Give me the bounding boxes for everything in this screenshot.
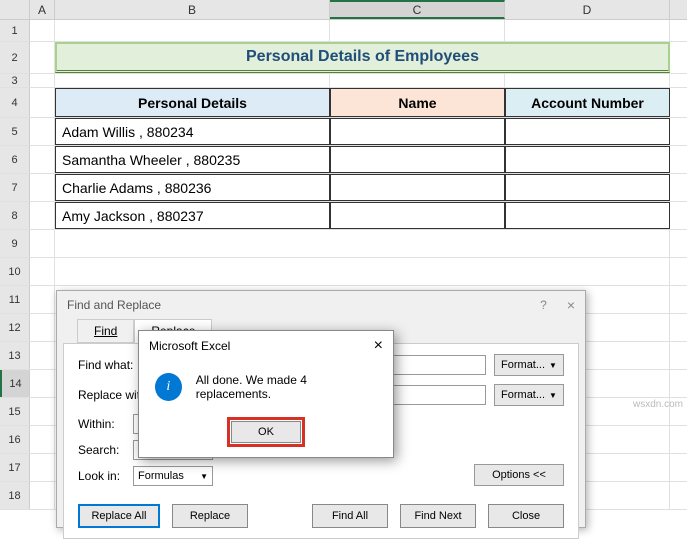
dialog-title: Find and Replace <box>67 298 161 312</box>
header-name[interactable]: Name <box>330 88 505 117</box>
column-headers: A B C D <box>0 0 687 20</box>
cell[interactable] <box>30 482 55 509</box>
cell[interactable] <box>505 74 670 87</box>
watermark: wsxdn.com <box>633 399 683 410</box>
close-icon[interactable]: × <box>374 337 383 355</box>
row-header[interactable]: 13 <box>0 342 30 369</box>
replace-all-button[interactable]: Replace All <box>78 504 160 528</box>
help-icon[interactable]: ? <box>540 298 547 312</box>
cell[interactable] <box>55 74 330 87</box>
row-header[interactable]: 9 <box>0 230 30 257</box>
cell[interactable] <box>30 426 55 453</box>
find-all-button[interactable]: Find All <box>312 504 388 528</box>
row-header[interactable]: 3 <box>0 74 30 87</box>
cell[interactable] <box>30 88 55 117</box>
cell[interactable] <box>30 454 55 481</box>
tab-find[interactable]: Find <box>77 319 134 343</box>
cell[interactable] <box>30 174 55 201</box>
select-all-corner[interactable] <box>0 0 30 19</box>
row-header[interactable]: 8 <box>0 202 30 229</box>
cell[interactable] <box>330 20 505 41</box>
close-icon[interactable]: × <box>567 297 575 313</box>
cell[interactable] <box>30 286 55 313</box>
cell[interactable] <box>55 258 670 285</box>
format-button-find[interactable]: Format...▼ <box>494 354 564 376</box>
row-header[interactable]: 17 <box>0 454 30 481</box>
cell[interactable] <box>30 230 55 257</box>
data-cell[interactable] <box>505 146 670 173</box>
replace-button[interactable]: Replace <box>172 504 248 528</box>
chevron-down-icon: ▼ <box>549 361 557 370</box>
msgbox-text: All done. We made 4 replacements. <box>196 373 377 401</box>
row-header[interactable]: 7 <box>0 174 30 201</box>
cell[interactable] <box>30 342 55 369</box>
chevron-down-icon: ▼ <box>200 472 208 481</box>
data-cell[interactable]: Charlie Adams , 880236 <box>55 174 330 201</box>
cell[interactable] <box>30 398 55 425</box>
cell[interactable] <box>505 20 670 41</box>
col-header-c[interactable]: C <box>330 0 505 19</box>
row-header[interactable]: 12 <box>0 314 30 341</box>
find-next-button[interactable]: Find Next <box>400 504 476 528</box>
row-header[interactable]: 11 <box>0 286 30 313</box>
ok-button[interactable]: OK <box>231 421 301 443</box>
within-label: Within: <box>78 417 133 431</box>
row-header[interactable]: 1 <box>0 20 30 41</box>
cell[interactable] <box>30 370 55 397</box>
cell[interactable] <box>30 74 55 87</box>
row-header[interactable]: 18 <box>0 482 30 509</box>
cell[interactable] <box>30 42 55 73</box>
col-header-d[interactable]: D <box>505 0 670 19</box>
msgbox-title: Microsoft Excel <box>149 339 230 353</box>
cell[interactable] <box>330 74 505 87</box>
cell[interactable] <box>30 202 55 229</box>
cell[interactable] <box>30 258 55 285</box>
data-cell[interactable]: Amy Jackson , 880237 <box>55 202 330 229</box>
header-personal-details[interactable]: Personal Details <box>55 88 330 117</box>
title-cell[interactable]: Personal Details of Employees <box>55 42 670 73</box>
data-cell[interactable]: Adam Willis , 880234 <box>55 118 330 145</box>
cell[interactable] <box>55 230 670 257</box>
data-cell[interactable] <box>330 118 505 145</box>
row-header[interactable]: 15 <box>0 398 30 425</box>
row-header[interactable]: 14 <box>0 370 30 397</box>
msgbox-titlebar[interactable]: Microsoft Excel × <box>139 331 393 361</box>
row-header[interactable]: 16 <box>0 426 30 453</box>
cell[interactable] <box>30 118 55 145</box>
cell[interactable] <box>55 20 330 41</box>
row-header[interactable]: 4 <box>0 88 30 117</box>
cell[interactable] <box>30 146 55 173</box>
data-cell[interactable] <box>505 174 670 201</box>
header-account-number[interactable]: Account Number <box>505 88 670 117</box>
chevron-down-icon: ▼ <box>549 391 557 400</box>
data-cell[interactable]: Samantha Wheeler , 880235 <box>55 146 330 173</box>
search-label: Search: <box>78 443 133 457</box>
col-header-b[interactable]: B <box>55 0 330 19</box>
data-cell[interactable] <box>330 146 505 173</box>
format-button-replace[interactable]: Format...▼ <box>494 384 564 406</box>
dialog-titlebar[interactable]: Find and Replace ? × <box>57 291 585 319</box>
lookin-select[interactable]: Formulas▼ <box>133 466 213 486</box>
data-cell[interactable] <box>330 174 505 201</box>
data-cell[interactable] <box>505 202 670 229</box>
col-header-a[interactable]: A <box>30 0 55 19</box>
row-header[interactable]: 2 <box>0 42 30 73</box>
row-header[interactable]: 5 <box>0 118 30 145</box>
cell[interactable] <box>30 314 55 341</box>
cell[interactable] <box>30 20 55 41</box>
close-button[interactable]: Close <box>488 504 564 528</box>
options-button[interactable]: Options << <box>474 464 564 486</box>
row-header[interactable]: 6 <box>0 146 30 173</box>
message-box: Microsoft Excel × i All done. We made 4 … <box>138 330 394 458</box>
data-cell[interactable] <box>330 202 505 229</box>
info-icon: i <box>155 373 182 401</box>
data-cell[interactable] <box>505 118 670 145</box>
row-header[interactable]: 10 <box>0 258 30 285</box>
lookin-label: Look in: <box>78 469 133 483</box>
